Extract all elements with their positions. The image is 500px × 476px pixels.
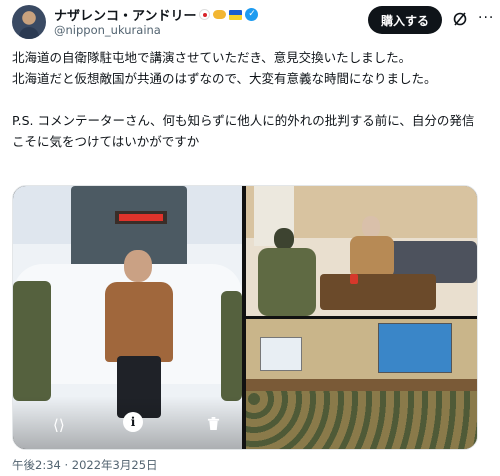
projection-screen	[378, 323, 452, 373]
soldier-left	[13, 281, 51, 401]
coffee-table	[320, 274, 436, 310]
author-handle[interactable]: @nippon_ukuraina	[54, 23, 161, 37]
photo-lecture-hall[interactable]	[246, 319, 477, 449]
more-icon[interactable]: ···	[478, 10, 494, 26]
share-icon[interactable]: ⟨⟩	[53, 416, 65, 434]
officer-head	[274, 228, 294, 250]
author-display-name[interactable]: ナザレンコ・アンドリー	[54, 5, 196, 24]
author-name-row[interactable]: ナザレンコ・アンドリー ✓	[54, 5, 259, 24]
verified-badge-icon[interactable]: ✓	[245, 8, 259, 21]
author-avatar[interactable]	[12, 5, 46, 39]
audience-rows	[246, 391, 477, 449]
redacted-bar	[119, 214, 163, 221]
guest-jacket	[350, 236, 394, 278]
red-mug	[350, 274, 358, 284]
soldier-right	[221, 291, 242, 401]
subscribe-button[interactable]: 購入する	[368, 6, 442, 34]
handshake-icon	[213, 10, 227, 19]
tweet-media-grid: ⟨⟩ i	[12, 185, 478, 450]
side-screen	[260, 337, 302, 371]
trash-icon[interactable]	[207, 416, 220, 431]
tweet-text: 北海道の自衛隊駐屯地で講演させていただき、意見交換いたしました。 北海道だと仮想…	[12, 50, 475, 149]
officer-body	[258, 248, 316, 316]
photo-meeting-room[interactable]	[246, 186, 477, 316]
speaker-jacket	[105, 282, 173, 362]
ua-flag-icon	[229, 9, 243, 20]
jp-flag-icon	[199, 9, 211, 20]
info-icon[interactable]: i	[123, 412, 143, 432]
tweet-timestamp[interactable]: 午後2:34 · 2022年3月25日	[12, 457, 158, 473]
grok-icon[interactable]	[452, 11, 468, 27]
photo-actions-overlay: ⟨⟩ i	[13, 396, 242, 449]
tweet-header: ナザレンコ・アンドリー ✓ @nippon_ukuraina 購入する ···	[12, 2, 493, 42]
speaker-head	[124, 250, 152, 282]
photo-seated-man[interactable]: ⟨⟩ i	[13, 186, 242, 449]
guest-head	[362, 216, 380, 238]
